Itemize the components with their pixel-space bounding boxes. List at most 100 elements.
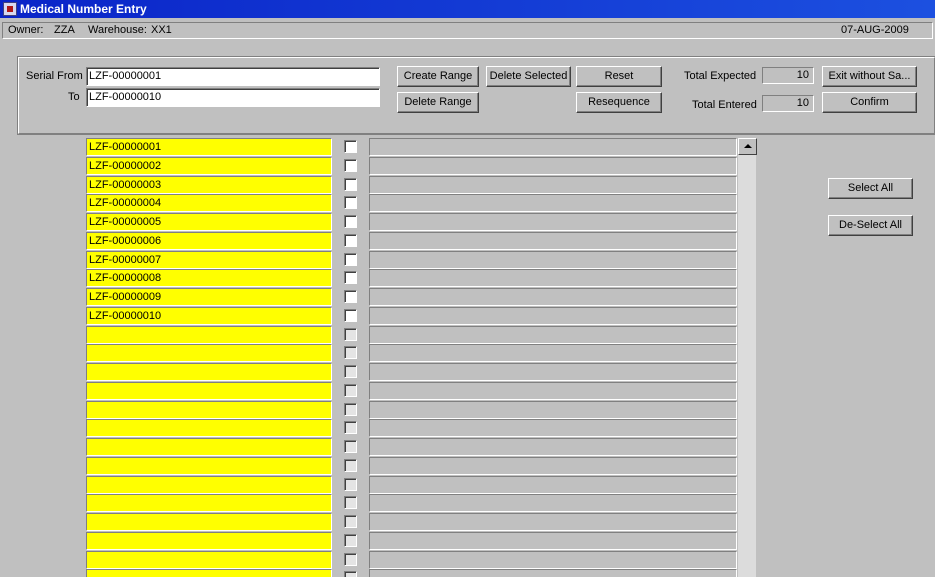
description-cell[interactable] [369,381,737,400]
row-select-checkbox[interactable] [344,177,357,191]
serial-cell[interactable]: LZF-00000006 [86,231,332,250]
description-cell[interactable] [369,513,737,531]
serial-cell[interactable] [86,513,332,531]
table-row: LZF-00000003 [86,175,766,195]
serial-from-field[interactable]: LZF-00000001 [86,67,380,86]
row-select-checkbox[interactable] [344,496,357,510]
serial-cell[interactable] [86,363,332,381]
row-select-checkbox[interactable] [344,533,357,547]
description-cell[interactable] [369,231,737,250]
row-select-checkbox[interactable] [344,515,357,528]
owner-value: ZZA [54,24,75,36]
description-cell[interactable] [369,250,737,269]
scroll-up-arrow-icon[interactable] [738,138,757,155]
serial-cell[interactable]: LZF-00000010 [86,306,332,325]
app-icon[interactable] [3,2,17,16]
serial-cell[interactable]: LZF-00000001 [86,138,332,156]
row-select-checkbox[interactable] [344,290,357,303]
description-cell[interactable] [369,475,737,494]
description-cell[interactable] [369,438,737,456]
description-cell[interactable] [369,325,737,344]
row-select-checkbox[interactable] [344,383,357,397]
reset-button[interactable]: Reset [576,66,662,87]
table-row [86,438,766,457]
select-all-button[interactable]: Select All [828,178,913,199]
row-select-checkbox[interactable] [344,196,357,210]
serial-cell[interactable] [86,569,332,577]
description-cell[interactable] [369,531,737,550]
serial-cell[interactable]: LZF-00000009 [86,288,332,306]
delete-range-button[interactable]: Delete Range [397,92,479,113]
description-cell[interactable] [369,288,737,306]
row-select-checkbox[interactable] [344,308,357,322]
table-row: LZF-00000001 [86,138,766,157]
row-select-checkbox[interactable] [344,440,357,453]
description-cell[interactable] [369,306,737,325]
serial-cell[interactable]: LZF-00000002 [86,156,332,175]
delete-selected-button[interactable]: Delete Selected [486,66,571,87]
warehouse-label: Warehouse: [88,24,147,36]
exit-without-save-button[interactable]: Exit without Sa... [822,66,917,87]
description-cell[interactable] [369,269,737,288]
serial-cell[interactable] [86,550,332,569]
serial-cell[interactable] [86,438,332,456]
row-select-checkbox[interactable] [344,327,357,341]
serial-cell[interactable] [86,456,332,475]
row-select-checkbox[interactable] [344,571,357,577]
table-row: LZF-00000002 [86,156,766,176]
resequence-button[interactable]: Resequence [576,92,662,113]
row-select-checkbox[interactable] [344,458,357,472]
table-row [86,494,766,513]
description-cell[interactable] [369,156,737,175]
description-cell[interactable] [369,550,737,569]
row-select-checkbox[interactable] [344,158,357,172]
row-select-checkbox[interactable] [344,365,357,378]
row-select-checkbox[interactable] [344,215,357,228]
owner-label: Owner: [8,24,44,36]
serial-cell[interactable] [86,400,332,419]
serial-cell[interactable] [86,475,332,494]
row-select-checkbox[interactable] [344,271,357,285]
row-select-checkbox[interactable] [344,252,357,266]
grid-scrollbar[interactable] [737,138,757,577]
description-cell[interactable] [369,494,737,513]
deselect-all-button[interactable]: De-Select All [828,215,913,236]
total-expected-label: Total Expected [684,70,757,82]
serial-cell[interactable]: LZF-00000004 [86,194,332,213]
description-cell[interactable] [369,213,737,231]
serial-cell[interactable] [86,344,332,363]
table-row [86,513,766,532]
description-cell[interactable] [369,138,737,156]
description-cell[interactable] [369,344,737,363]
row-select-checkbox[interactable] [344,346,357,360]
serial-cell[interactable]: LZF-00000003 [86,175,332,194]
serial-to-field[interactable]: LZF-00000010 [86,88,380,107]
create-range-button[interactable]: Create Range [397,66,479,87]
total-entered-label: Total Entered [692,99,757,111]
row-select-checkbox[interactable] [344,421,357,435]
serial-cell[interactable]: LZF-00000005 [86,213,332,231]
description-cell[interactable] [369,175,737,194]
description-cell[interactable] [369,363,737,381]
row-select-checkbox[interactable] [344,140,357,153]
description-cell[interactable] [369,400,737,419]
warehouse-value: XX1 [151,24,172,36]
description-cell[interactable] [369,194,737,213]
row-select-checkbox[interactable] [344,477,357,491]
row-select-checkbox[interactable] [344,233,357,247]
description-cell[interactable] [369,456,737,475]
description-cell[interactable] [369,569,737,577]
table-row: LZF-00000006 [86,231,766,251]
table-row [86,325,766,345]
serial-cell[interactable] [86,381,332,400]
row-select-checkbox[interactable] [344,402,357,416]
serial-cell[interactable] [86,494,332,513]
serial-cell[interactable]: LZF-00000008 [86,269,332,288]
serial-cell[interactable] [86,325,332,344]
serial-cell[interactable] [86,419,332,438]
serial-cell[interactable]: LZF-00000007 [86,250,332,269]
serial-cell[interactable] [86,531,332,550]
description-cell[interactable] [369,419,737,438]
row-select-checkbox[interactable] [344,552,357,566]
confirm-button[interactable]: Confirm [822,92,917,113]
